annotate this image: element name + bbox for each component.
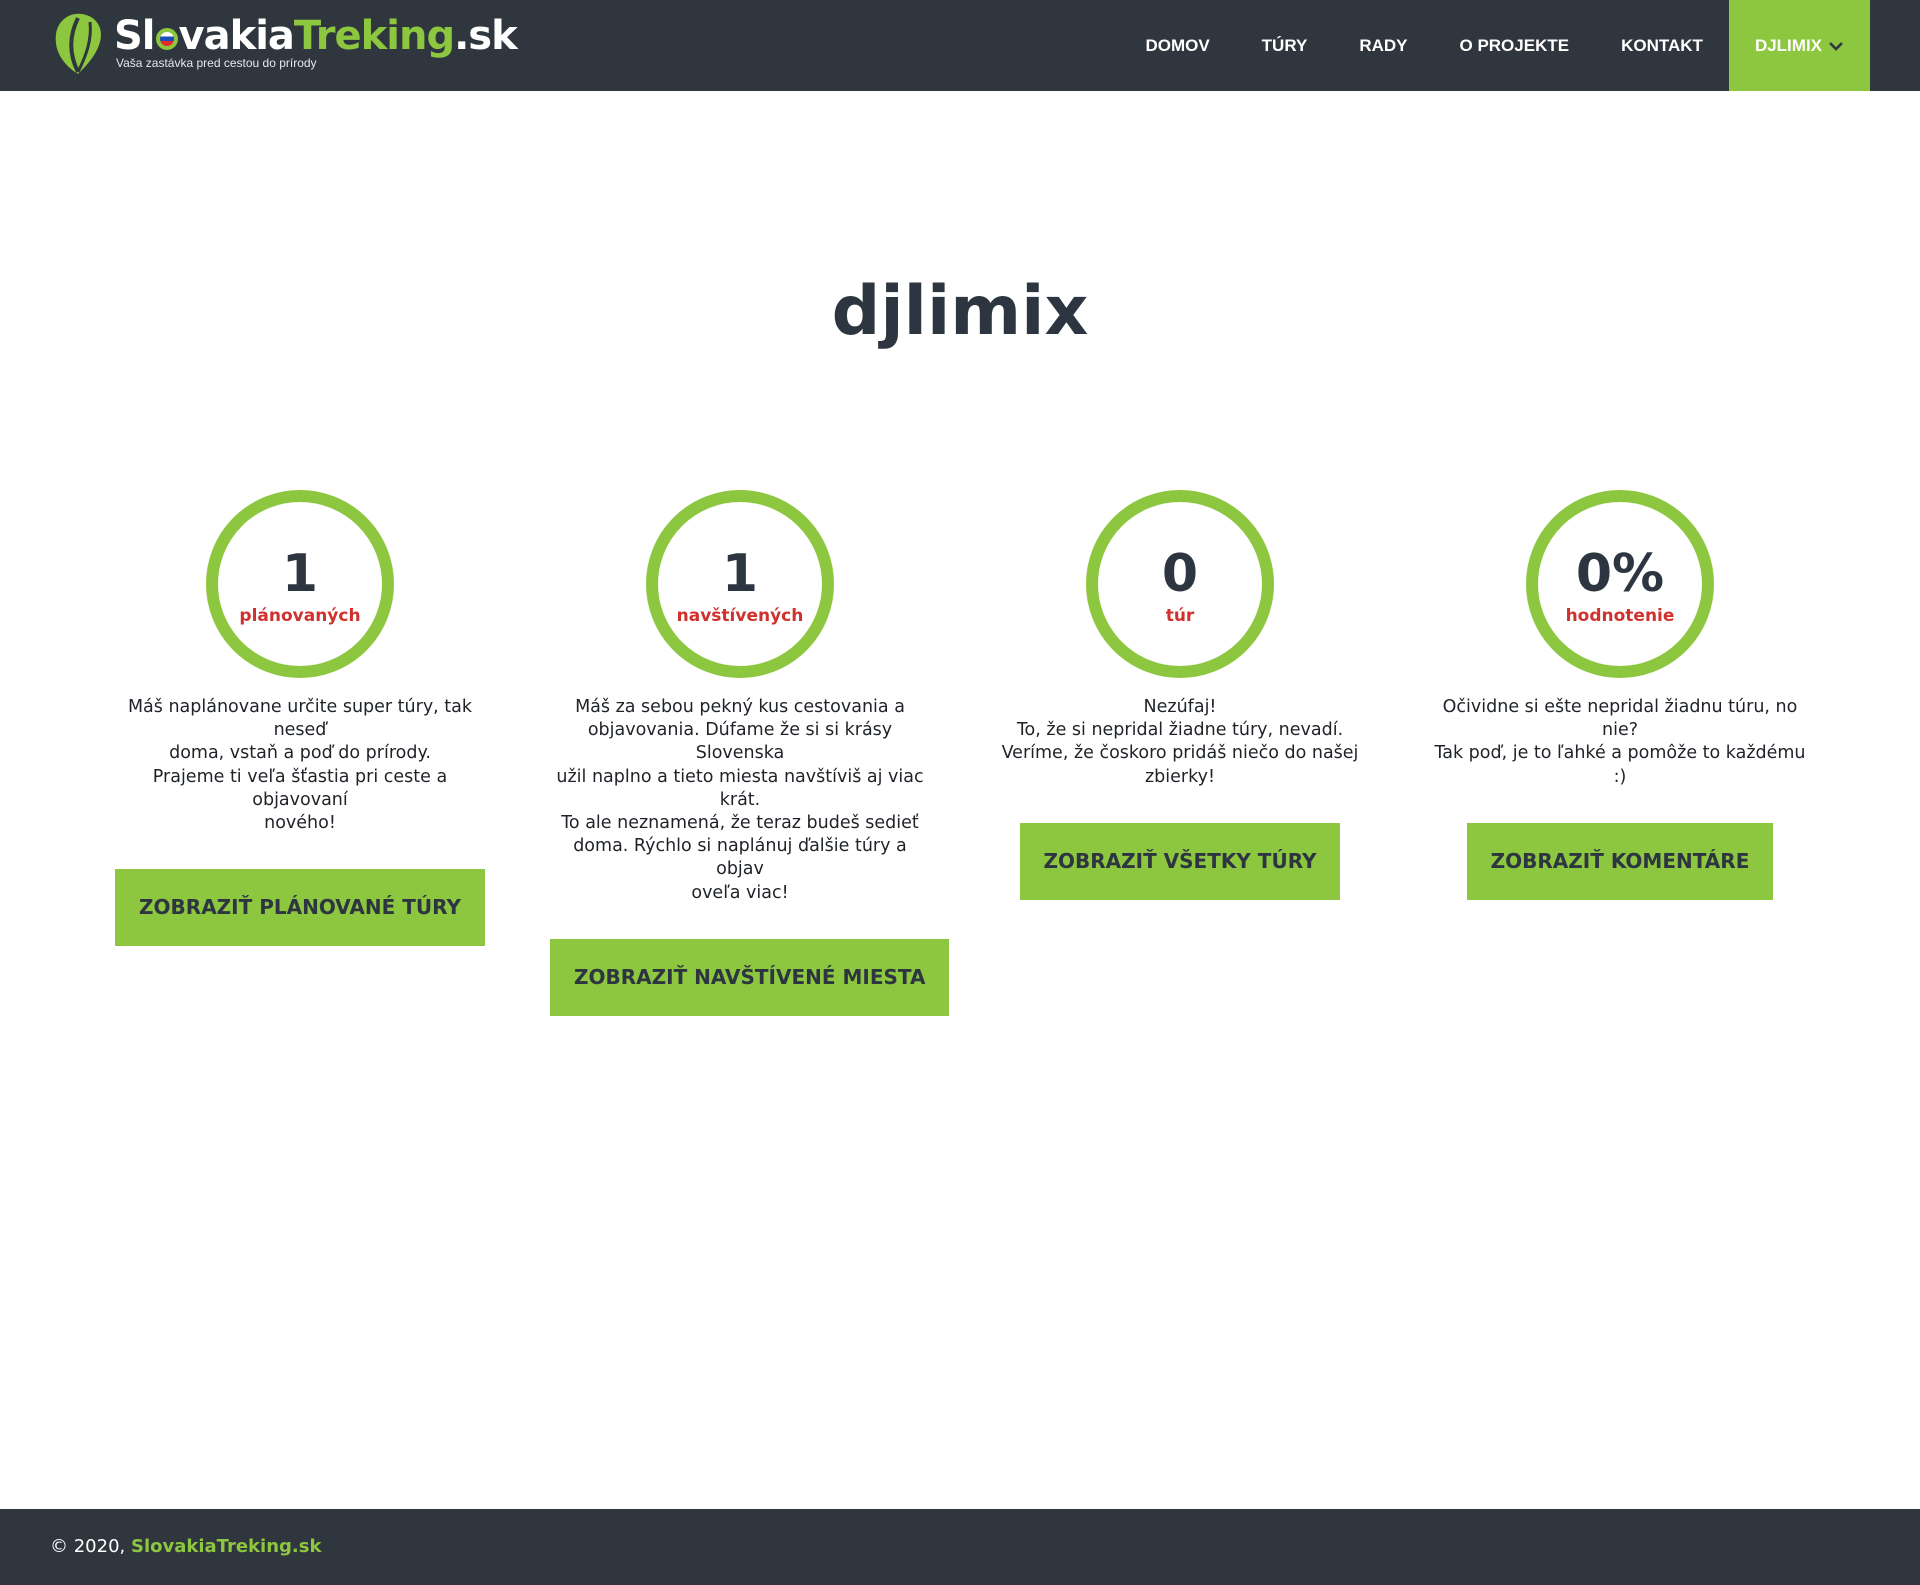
stat-value: 1 xyxy=(721,544,759,604)
stat-label: hodnotenie xyxy=(1565,606,1675,626)
site-header: Sl vakiaTreking.sk Vaša zastávka pred ces… xyxy=(0,0,1920,91)
logo-tagline: Vaša zastávka pred cestou do prírody xyxy=(116,56,317,70)
site-footer: © 2020, SlovakiaTreking.sk xyxy=(0,1509,1920,1585)
show-comments-button[interactable]: ZOBRAZIŤ KOMENTÁRE xyxy=(1466,822,1774,900)
nav-item-tury[interactable]: TÚRY xyxy=(1236,0,1334,91)
stat-circle: 1 plánovaných xyxy=(206,490,394,678)
stat-rating: 0% hodnotenie Očividne si ešte nepridal … xyxy=(1430,490,1810,900)
stat-description: Nezúfaj! To, že si nepridal žiadne túry,… xyxy=(1001,697,1359,787)
stat-value: 1 xyxy=(281,544,319,604)
nav-item-o-projekte[interactable]: O PROJEKTE xyxy=(1434,0,1596,91)
stat-description: Máš za sebou pekný kus cestovania a obja… xyxy=(556,697,924,903)
main-nav: DOMOV TÚRY RADY O PROJEKTE KONTAKT DJLIM… xyxy=(1119,0,1870,91)
show-planned-tours-button[interactable]: ZOBRAZIŤ PLÁNOVANÉ TÚRY xyxy=(115,869,485,947)
stat-circle: 1 navštívených xyxy=(646,490,834,678)
nav-item-domov[interactable]: DOMOV xyxy=(1119,0,1235,91)
stat-label: navštívených xyxy=(676,606,804,626)
site-logo[interactable]: Sl vakiaTreking.sk Vaša zastávka pred ces… xyxy=(52,10,518,76)
stat-tours: 0 túr Nezúfaj! To, že si nepridal žiadne… xyxy=(990,490,1370,900)
stat-value: 0% xyxy=(1575,544,1665,604)
stat-value: 0 xyxy=(1161,544,1199,604)
nav-item-kontakt[interactable]: KONTAKT xyxy=(1595,0,1729,91)
stat-visited: 1 navštívených Máš za sebou pekný kus ce… xyxy=(550,490,950,1016)
stat-label: plánovaných xyxy=(239,606,361,626)
stat-description: Očividne si ešte nepridal žiadnu túru, n… xyxy=(1434,697,1806,787)
stat-circle: 0 túr xyxy=(1086,490,1274,678)
nav-item-rady[interactable]: RADY xyxy=(1333,0,1433,91)
page-title: djlimix xyxy=(831,272,1089,351)
stat-planned: 1 plánovaných Máš naplánovane určite sup… xyxy=(110,490,490,947)
footer-brand-link[interactable]: SlovakiaTreking.sk xyxy=(131,1536,321,1557)
leaf-logo-icon xyxy=(55,13,102,74)
user-menu-button[interactable]: DJLIMIX xyxy=(1728,0,1870,91)
footer-copyright: © 2020, SlovakiaTreking.sk xyxy=(50,1536,322,1557)
chevron-down-icon xyxy=(1829,41,1843,51)
show-all-tours-button[interactable]: ZOBRAZIŤ VŠETKY TÚRY xyxy=(1019,822,1341,900)
user-menu-label: DJLIMIX xyxy=(1754,36,1822,55)
stat-label: túr xyxy=(1165,606,1195,626)
logo-wordmark: Sl vakiaTreking.sk xyxy=(114,13,518,59)
stat-circle: 0% hodnotenie xyxy=(1526,490,1714,678)
show-visited-places-button[interactable]: ZOBRAZIŤ NAVŠTÍVENÉ MIESTA xyxy=(550,938,950,1016)
stat-description: Máš naplánovane určite super túry, tak n… xyxy=(127,697,473,834)
flag-o-icon xyxy=(155,28,178,50)
